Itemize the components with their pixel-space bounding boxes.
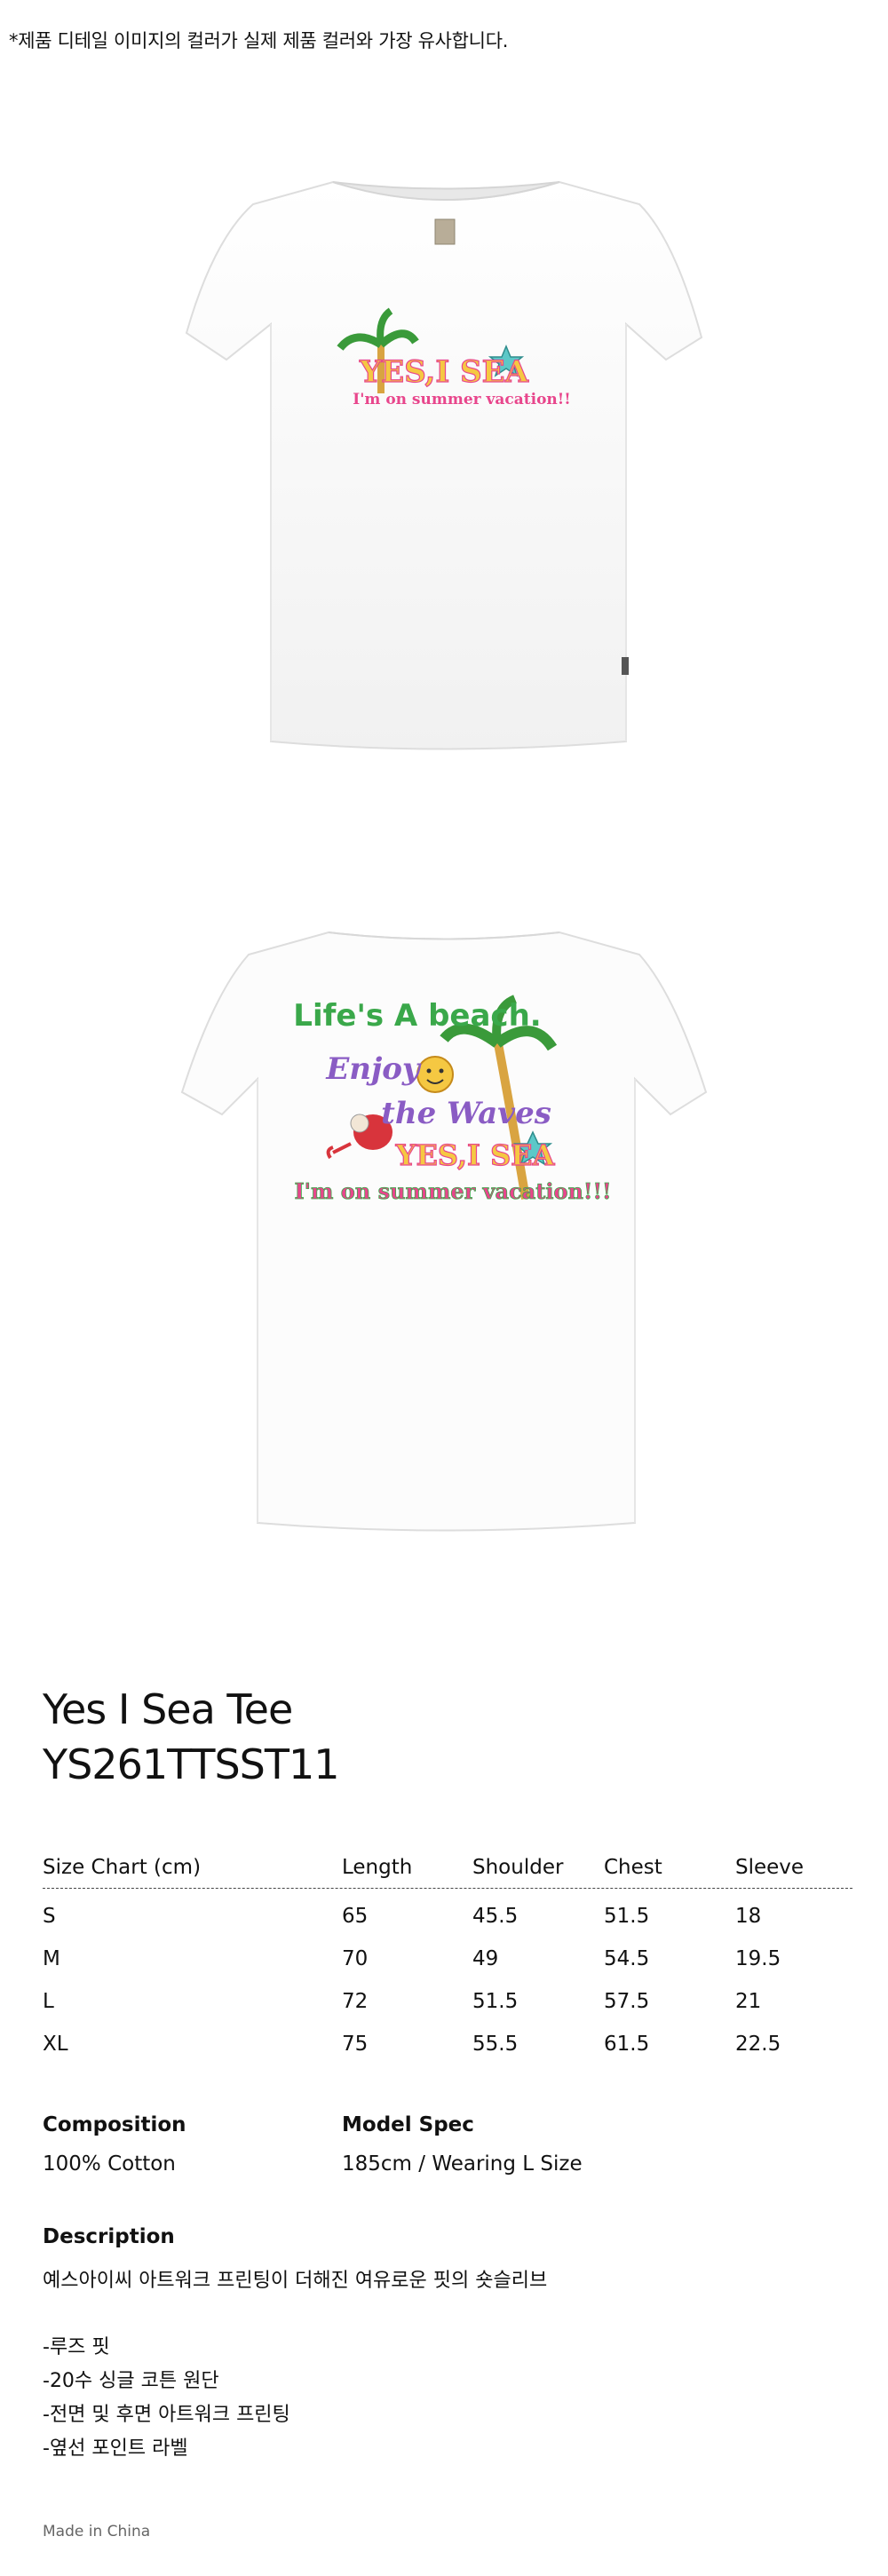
size-label: XL — [43, 2033, 68, 2056]
description-bullet: -20수 싱글 코튼 원단 — [43, 2370, 219, 2392]
header-length: Length — [342, 1856, 413, 1879]
sleeve-value: 21 — [735, 1990, 762, 2013]
sleeve-value: 18 — [735, 1905, 762, 1928]
color-notice: *제품 디테일 이미지의 컬러가 실제 제품 컬러와 가장 유사합니다. — [9, 30, 509, 52]
header-sleeve: Sleeve — [735, 1856, 805, 1879]
chest-value: 57.5 — [604, 1990, 650, 2013]
product-image-front: YES,I SEA I'm on summer vacation!! — [0, 160, 888, 799]
svg-text:I'm on summer vacation!!!: I'm on summer vacation!!! — [294, 1178, 611, 1204]
shoulder-value: 49 — [472, 1947, 499, 1970]
length-value: 72 — [342, 1990, 369, 2013]
table-row: M 70 49 54.5 19.5 — [43, 1938, 852, 1981]
sleeve-value: 22.5 — [735, 2033, 781, 2056]
svg-text:YES,I SEA: YES,I SEA — [395, 1138, 556, 1172]
svg-text:YES,I SEA: YES,I SEA — [359, 354, 529, 390]
shoulder-value: 51.5 — [472, 1990, 519, 2013]
length-value: 75 — [342, 2033, 369, 2056]
svg-text:Enjoy: Enjoy — [325, 1051, 422, 1087]
table-row: S 65 45.5 51.5 18 — [43, 1896, 852, 1938]
composition-value: 100% Cotton — [43, 2152, 176, 2176]
product-image-back: Life's A beach. Enjoy the Waves YES,I SE… — [0, 906, 888, 1581]
header-size-chart: Size Chart (cm) — [43, 1856, 202, 1879]
header-shoulder: Shoulder — [472, 1856, 564, 1879]
chest-value: 54.5 — [604, 1947, 650, 1970]
product-name: Yes I Sea Tee — [43, 1685, 293, 1733]
made-in-label: Made in China — [43, 2523, 151, 2540]
model-spec-label: Model Spec — [342, 2113, 474, 2136]
product-code: YS261TTSST11 — [43, 1740, 340, 1788]
description-bullet: -옆선 포인트 라벨 — [43, 2437, 188, 2460]
tshirt-front-icon — [185, 180, 703, 750]
sleeve-value: 19.5 — [735, 1947, 781, 1970]
svg-text:Life's A beach.: Life's A beach. — [293, 998, 541, 1034]
size-chart-header: Size Chart (cm) Length Shoulder Chest Sl… — [43, 1847, 852, 1889]
table-row: L 72 51.5 57.5 21 — [43, 1981, 852, 2024]
description-label: Description — [43, 2225, 175, 2248]
size-label: L — [43, 1990, 54, 2013]
shoulder-value: 55.5 — [472, 2033, 519, 2056]
chest-value: 51.5 — [604, 1905, 650, 1928]
model-spec-value: 185cm / Wearing L Size — [342, 2152, 583, 2176]
chest-value: 61.5 — [604, 2033, 650, 2056]
size-label: M — [43, 1947, 60, 1970]
size-chart-table: Size Chart (cm) Length Shoulder Chest Sl… — [43, 1847, 852, 2066]
length-value: 65 — [342, 1905, 369, 1928]
header-chest: Chest — [604, 1856, 662, 1879]
table-row: XL 75 55.5 61.5 22.5 — [43, 2024, 852, 2066]
description-intro: 예스아이씨 아트워크 프린팅이 더해진 여유로운 핏의 숏슬리브 — [43, 2270, 548, 2292]
description-bullet: -루즈 핏 — [43, 2336, 110, 2358]
shoulder-value: 45.5 — [472, 1905, 519, 1928]
length-value: 70 — [342, 1947, 369, 1970]
svg-text:the Waves: the Waves — [381, 1096, 551, 1131]
description-bullet: -전면 및 후면 아트워크 프린팅 — [43, 2404, 290, 2426]
composition-label: Composition — [43, 2113, 186, 2136]
size-label: S — [43, 1905, 56, 1928]
svg-text:I'm on summer vacation!!: I'm on summer vacation!! — [353, 391, 570, 408]
